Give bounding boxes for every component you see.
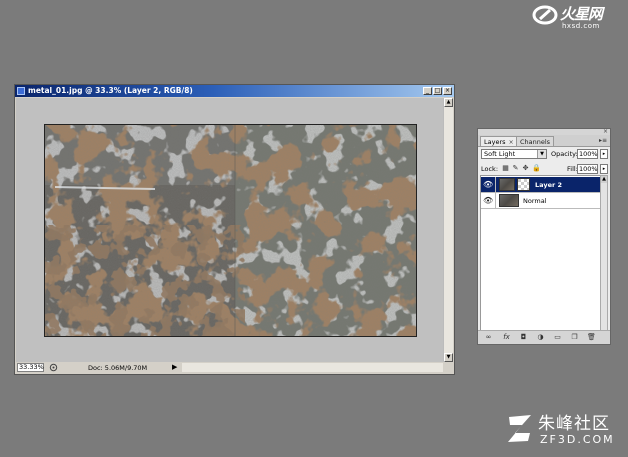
- fill-field[interactable]: 100%: [577, 164, 598, 174]
- layer-name[interactable]: Normal: [523, 197, 547, 205]
- visibility-eye-icon[interactable]: 👁: [483, 180, 493, 189]
- hxsd-logo-en: hxsd.com: [562, 22, 600, 30]
- visibility-eye-icon[interactable]: 👁: [483, 196, 493, 205]
- zf3d-logo-cn: 朱峰社区: [538, 414, 610, 434]
- hxsd-logo-mark-icon: [532, 5, 558, 25]
- layers-panel[interactable]: × Layers × Channels ▸≡ Soft Light ▼ Opac…: [477, 128, 611, 345]
- lock-all-icon[interactable]: 🔒: [532, 164, 541, 173]
- opacity-field[interactable]: 100%: [577, 149, 598, 159]
- document-title-bar[interactable]: metal_01.jpg @ 33.3% (Layer 2, RGB/8) _ …: [15, 85, 454, 97]
- panel-menu-icon[interactable]: ▸≡: [599, 137, 607, 144]
- tab-channels-label: Channels: [520, 138, 551, 146]
- zf3d-logo-en: ZF3D.COM: [540, 433, 615, 446]
- new-group-icon[interactable]: ▭: [553, 333, 562, 342]
- tab-close-icon[interactable]: ×: [509, 139, 514, 146]
- layer-row-layer-2[interactable]: 👁 Layer 2: [481, 177, 601, 193]
- add-mask-icon[interactable]: ◘: [519, 333, 528, 342]
- link-layers-icon[interactable]: ∞: [484, 333, 493, 342]
- lock-row: Lock: ▦ ✎ ✥ 🔒 Fill: 100% ▸: [481, 164, 608, 175]
- new-layer-icon[interactable]: ❐: [570, 333, 579, 342]
- metal-texture-graphic: [45, 125, 416, 336]
- document-status-bar: 33.33% Doc: 5.06M/9.70M ▶: [16, 362, 453, 373]
- maximize-button[interactable]: □: [433, 87, 442, 95]
- layers-list[interactable]: 👁 Layer 2 👁 Normal: [480, 175, 602, 332]
- zf3d-logo: 朱峰社区 ZF3D.COM: [506, 409, 624, 455]
- document-horizontal-scrollbar[interactable]: [182, 363, 443, 372]
- fill-slider-arrow-icon[interactable]: ▸: [600, 164, 608, 174]
- document-window[interactable]: metal_01.jpg @ 33.3% (Layer 2, RGB/8) _ …: [14, 84, 455, 375]
- scroll-down-arrow-icon[interactable]: ▼: [444, 353, 453, 362]
- opacity-slider-arrow-icon[interactable]: ▸: [600, 149, 608, 159]
- scroll-up-arrow-icon[interactable]: ▲: [601, 176, 607, 183]
- layer-mask-thumbnail[interactable]: [517, 178, 530, 191]
- opacity-label: Opacity:: [551, 150, 578, 158]
- lock-paint-icon[interactable]: ✎: [512, 164, 519, 173]
- tab-channels[interactable]: Channels: [516, 136, 555, 146]
- lock-transparent-icon[interactable]: ▦: [502, 164, 509, 173]
- minimize-button[interactable]: _: [423, 87, 432, 95]
- zoom-preview-icon[interactable]: [49, 363, 58, 372]
- scroll-up-arrow-icon[interactable]: ▲: [444, 98, 453, 107]
- document-size-info: Doc: 5.06M/9.70M: [88, 364, 148, 372]
- canvas-area[interactable]: [16, 98, 444, 362]
- lock-label: Lock:: [481, 165, 499, 173]
- hxsd-logo: 火星网 hxsd.com: [532, 2, 626, 34]
- adjustment-layer-icon[interactable]: ◑: [536, 333, 545, 342]
- hxsd-logo-cn: 火星网: [560, 5, 603, 23]
- panel-close-icon[interactable]: ×: [603, 128, 608, 135]
- layer-thumbnail[interactable]: [499, 178, 515, 191]
- tab-layers[interactable]: Layers ×: [480, 136, 518, 146]
- document-vertical-scrollbar[interactable]: ▲ ▼: [443, 98, 453, 362]
- status-menu-arrow-icon[interactable]: ▶: [172, 363, 180, 372]
- layer-divider: [495, 177, 496, 192]
- document-title: metal_01.jpg @ 33.3% (Layer 2, RGB/8): [28, 86, 193, 95]
- photoshop-document-icon: [17, 87, 25, 95]
- layer-row-normal[interactable]: 👁 Normal: [481, 193, 601, 209]
- layer-divider: [495, 193, 496, 208]
- zoom-field[interactable]: 33.33%: [17, 363, 44, 372]
- layers-panel-toolbar: ∞ fx ◘ ◑ ▭ ❐ 🗑: [478, 330, 610, 344]
- close-button[interactable]: ×: [443, 87, 452, 95]
- zf3d-logo-mark-icon: [508, 415, 531, 442]
- layer-thumbnail[interactable]: [499, 194, 519, 207]
- blend-row: Soft Light ▼ Opacity: 100% ▸: [481, 149, 608, 160]
- layers-scrollbar[interactable]: ▲: [600, 175, 608, 332]
- blend-mode-value: Soft Light: [484, 150, 516, 158]
- tab-layers-label: Layers: [484, 138, 506, 146]
- blend-mode-select[interactable]: Soft Light ▼: [481, 149, 547, 159]
- layer-name[interactable]: Layer 2: [535, 181, 562, 189]
- panel-tabs: Layers × Channels ▸≡: [478, 135, 610, 147]
- lock-move-icon[interactable]: ✥: [522, 164, 529, 173]
- trash-icon[interactable]: 🗑: [587, 333, 596, 342]
- chevron-down-icon[interactable]: ▼: [537, 150, 546, 158]
- layer-style-fx-icon[interactable]: fx: [502, 333, 511, 342]
- metal-texture-image[interactable]: [44, 124, 417, 337]
